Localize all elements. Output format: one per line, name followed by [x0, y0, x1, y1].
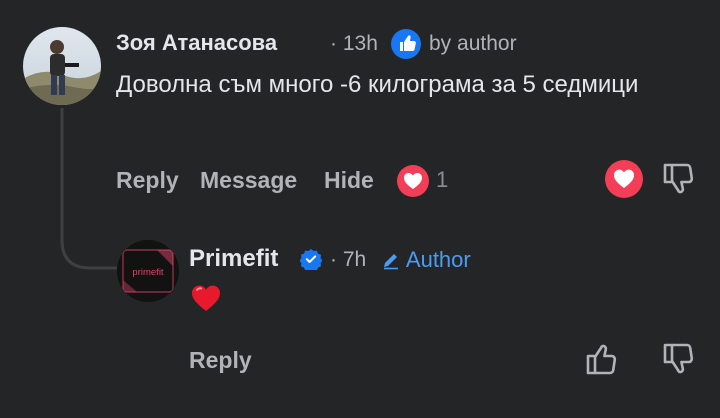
avatar-text: primefit	[132, 267, 164, 278]
heart-icon	[614, 169, 634, 188]
author-tag: Author	[381, 247, 471, 273]
thumbs-up-icon	[400, 35, 416, 51]
hide-button[interactable]: Hide	[324, 167, 374, 194]
comment-thread: Зоя Атанасова · 13h by author Доволна съ…	[0, 0, 720, 418]
reply-timestamp[interactable]: 7h	[343, 248, 366, 271]
reply-button[interactable]: Reply	[189, 347, 252, 374]
avatar[interactable]	[23, 27, 101, 105]
dislike-button[interactable]	[661, 160, 697, 203]
thumbs-down-icon	[663, 163, 694, 194]
message-button[interactable]: Message	[200, 167, 297, 194]
like-button[interactable]	[584, 340, 620, 383]
comment-body: Доволна съм много -6 килограма за 5 седм…	[116, 71, 639, 98]
avatar[interactable]: primefit	[117, 240, 179, 302]
thumbs-up-icon	[586, 344, 617, 375]
pencil-icon	[384, 254, 398, 270]
author-like-badge	[391, 29, 421, 59]
thumbs-down-icon	[663, 343, 694, 374]
heart-icon	[404, 173, 422, 189]
reaction-count: 1	[436, 167, 449, 192]
reply-button[interactable]: Reply	[116, 167, 179, 194]
red-heart-emoji	[190, 282, 222, 314]
separator-dot: ·	[330, 248, 337, 271]
thread-connector	[60, 108, 118, 270]
reaction-summary[interactable]	[397, 165, 429, 197]
red-heart-icon	[192, 285, 220, 311]
dislike-button[interactable]	[661, 340, 697, 383]
liked-by-label: by author	[429, 32, 517, 55]
comment-timestamp[interactable]: 13h	[343, 32, 378, 55]
comment-author[interactable]: Зоя Атанасова	[116, 30, 277, 56]
comment-author-name[interactable]: Зоя Атанасова	[116, 30, 277, 55]
separator-dot: ·	[330, 32, 337, 55]
primefit-logo: primefit	[117, 240, 179, 302]
verified-badge	[299, 248, 323, 273]
reply-meta: · 7h	[330, 248, 366, 272]
reply-author-name[interactable]: Primefit	[189, 245, 278, 273]
love-button[interactable]	[605, 160, 643, 198]
verified-icon	[299, 249, 323, 273]
comment-meta: · 13h	[330, 32, 378, 56]
author-tag-label: Author	[405, 247, 471, 272]
avatar-photo	[23, 27, 101, 105]
